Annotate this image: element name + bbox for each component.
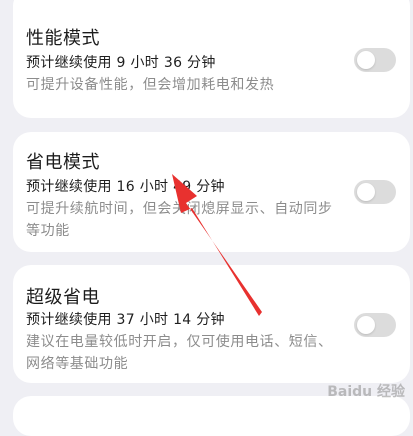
- super-power-saving-card: 超级省电 预计继续使用 37 小时 14 分钟 建议在电量较低时开启，仅可使用电…: [13, 265, 410, 383]
- next-card: [13, 396, 410, 436]
- super-power-saving-estimate: 预计继续使用 37 小时 14 分钟: [26, 312, 225, 328]
- power-saving-mode-toggle[interactable]: [354, 180, 396, 204]
- power-saving-mode-title: 省电模式: [26, 152, 100, 173]
- super-power-saving-description: 建议在电量较低时开启，仅可使用电话、短信、网络等基础功能: [26, 334, 333, 372]
- super-power-saving-title: 超级省电: [26, 287, 100, 308]
- toggle-knob: [357, 51, 375, 69]
- power-saving-mode-estimate: 预计继续使用 16 小时 49 分钟: [26, 179, 225, 195]
- performance-mode-description: 可提升设备性能，但会增加耗电和发热: [26, 77, 275, 93]
- performance-mode-title: 性能模式: [26, 28, 100, 49]
- toggle-knob: [357, 183, 375, 201]
- performance-mode-estimate: 预计继续使用 9 小时 36 分钟: [26, 55, 216, 71]
- toggle-knob: [357, 316, 375, 334]
- power-saving-mode-description: 可提升续航时间，但会关闭熄屏显示、自动同步等功能: [26, 201, 333, 239]
- performance-mode-card: 性能模式 预计继续使用 9 小时 36 分钟 可提升设备性能，但会增加耗电和发热: [13, 0, 410, 118]
- super-power-saving-toggle[interactable]: [354, 313, 396, 337]
- baidu-watermark: Baidu 经验: [327, 384, 405, 400]
- power-saving-mode-card: 省电模式 预计继续使用 16 小时 49 分钟 可提升续航时间，但会关闭熄屏显示…: [13, 132, 410, 252]
- performance-mode-toggle[interactable]: [354, 48, 396, 72]
